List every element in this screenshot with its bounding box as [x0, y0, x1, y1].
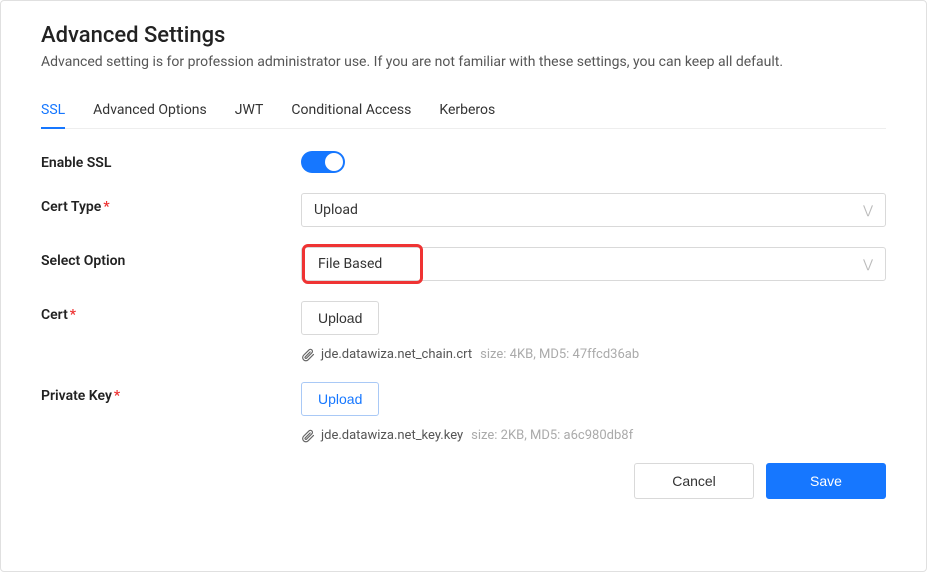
enable-ssl-toggle[interactable] — [301, 151, 345, 173]
label-cert-type: Cert Type* — [41, 193, 301, 215]
chevron-down-icon: ⋁ — [863, 203, 873, 217]
label-private-key-text: Private Key — [41, 388, 112, 404]
label-enable-ssl: Enable SSL — [41, 149, 301, 171]
row-enable-ssl: Enable SSL — [41, 149, 886, 173]
tab-conditional-access[interactable]: Conditional Access — [291, 94, 411, 128]
row-select-option: Select Option File Based ⋁ — [41, 247, 886, 281]
footer-actions: Cancel Save — [41, 463, 886, 499]
cert-type-select[interactable]: Upload ⋁ — [301, 193, 886, 227]
required-asterisk: * — [103, 199, 109, 215]
cert-type-value: Upload — [314, 202, 358, 218]
toggle-knob — [325, 153, 343, 171]
chevron-down-icon: ⋁ — [863, 257, 873, 271]
required-asterisk: * — [114, 388, 120, 404]
tab-advanced-options[interactable]: Advanced Options — [93, 94, 207, 128]
select-option-value: File Based — [308, 250, 392, 278]
row-private-key: Private Key* Upload jde.datawiza.net_key… — [41, 382, 886, 443]
attachment-icon — [301, 348, 315, 362]
row-cert: Cert* Upload jde.datawiza.net_chain.crt … — [41, 301, 886, 362]
private-key-file-meta: size: 2KB, MD5: a6c980db8f — [471, 428, 633, 443]
label-select-option: Select Option — [41, 247, 301, 269]
save-button[interactable]: Save — [766, 463, 886, 499]
cert-file-meta: size: 4KB, MD5: 47ffcd36ab — [480, 347, 639, 362]
label-private-key: Private Key* — [41, 382, 301, 404]
advanced-settings-panel: Advanced Settings Advanced setting is fo… — [0, 0, 927, 572]
page-subtitle: Advanced setting is for profession admin… — [41, 54, 886, 70]
attachment-icon — [301, 429, 315, 443]
label-cert: Cert* — [41, 301, 301, 323]
tab-kerberos[interactable]: Kerberos — [439, 94, 495, 128]
cert-file-line: jde.datawiza.net_chain.crt size: 4KB, MD… — [301, 347, 886, 362]
private-key-upload-button[interactable]: Upload — [301, 382, 379, 416]
tabs: SSL Advanced Options JWT Conditional Acc… — [41, 94, 886, 129]
select-option-select[interactable]: File Based ⋁ — [301, 247, 886, 281]
page-title: Advanced Settings — [41, 23, 886, 48]
row-cert-type: Cert Type* Upload ⋁ — [41, 193, 886, 227]
tab-ssl[interactable]: SSL — [41, 94, 65, 128]
private-key-file-name: jde.datawiza.net_key.key — [321, 428, 463, 443]
cancel-button[interactable]: Cancel — [634, 463, 754, 499]
label-cert-type-text: Cert Type — [41, 199, 101, 215]
required-asterisk: * — [70, 307, 76, 323]
private-key-file-line: jde.datawiza.net_key.key size: 2KB, MD5:… — [301, 428, 886, 443]
label-cert-text: Cert — [41, 307, 68, 323]
tab-jwt[interactable]: JWT — [235, 94, 264, 128]
cert-upload-button[interactable]: Upload — [301, 301, 379, 335]
select-option-highlight: File Based — [302, 244, 423, 284]
cert-file-name: jde.datawiza.net_chain.crt — [321, 347, 472, 362]
